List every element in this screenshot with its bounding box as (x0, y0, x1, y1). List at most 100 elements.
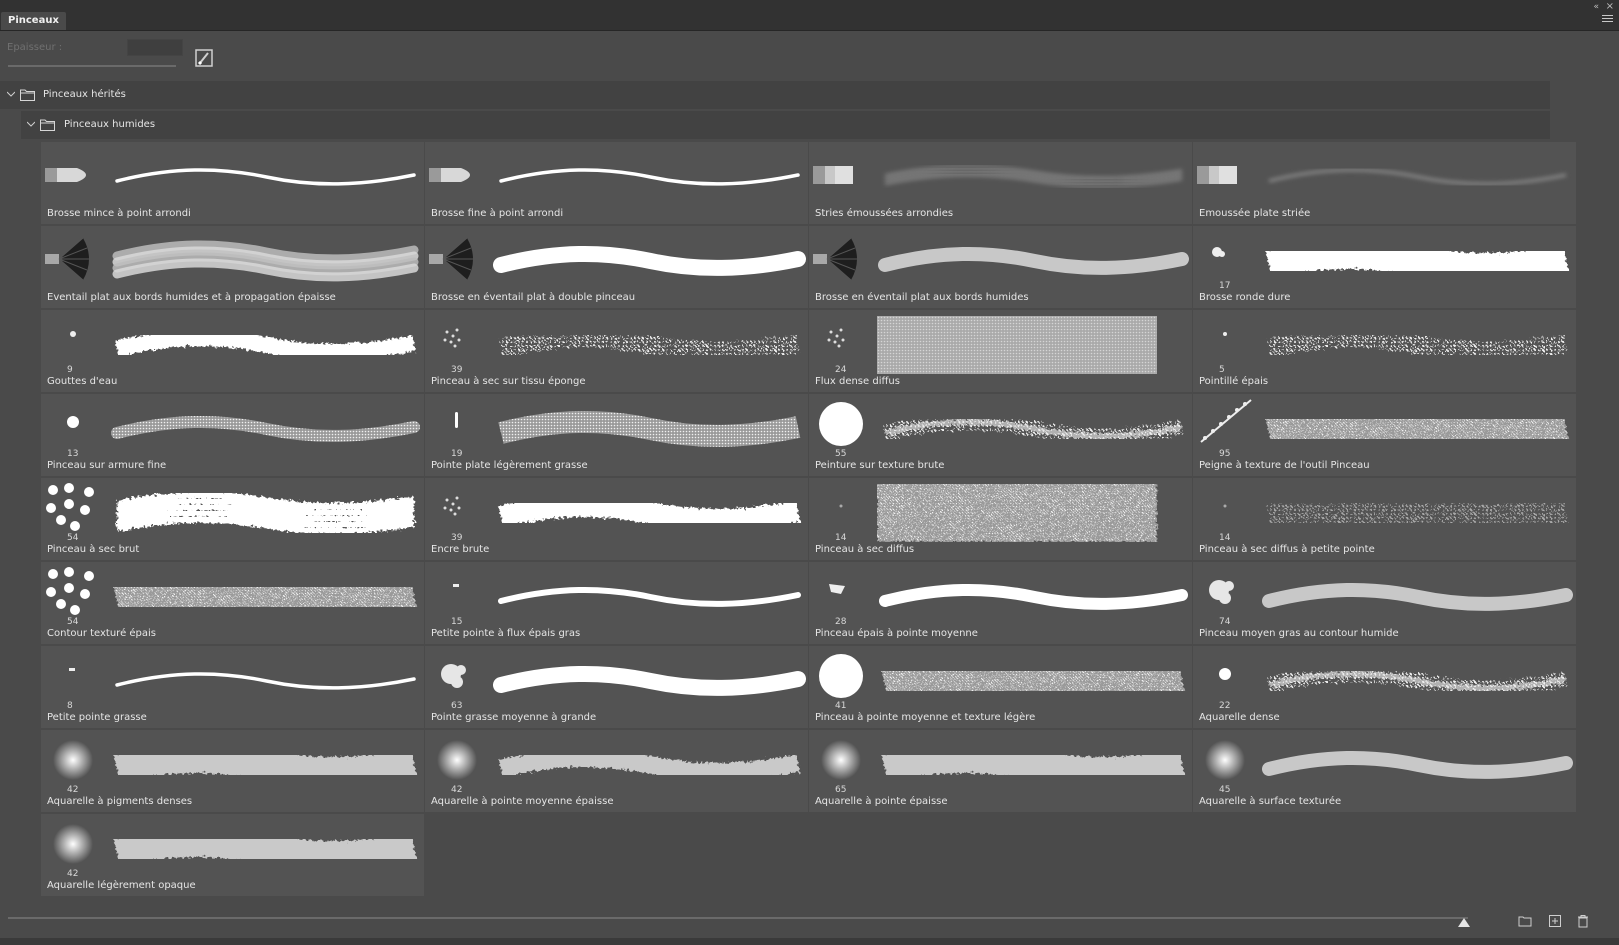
preview-size-slider[interactable] (8, 917, 1468, 919)
group-label: Pinceaux hérités (43, 89, 126, 100)
brush-preset[interactable]: 74 Pinceau moyen gras au contour humide (1193, 562, 1576, 644)
panel-bottom-edge (0, 938, 1619, 945)
chevron-down-icon[interactable] (7, 90, 15, 98)
brush-size-label: 74 (1219, 617, 1231, 627)
brush-stroke-preview (877, 148, 1192, 206)
brush-stroke-preview (1261, 148, 1576, 206)
brush-tip-icon (811, 482, 871, 538)
brush-tip-icon (1195, 314, 1255, 370)
brush-preset[interactable]: 22 Aquarelle dense (1193, 646, 1576, 728)
brush-stroke-preview (493, 400, 808, 458)
brush-preset[interactable]: 5 Pointillé épais (1193, 310, 1576, 392)
brush-stroke-preview (1261, 232, 1576, 290)
slider-thumb[interactable] (1458, 918, 1470, 927)
brush-tip-icon (1195, 230, 1255, 286)
brush-stroke-preview (109, 148, 424, 206)
brush-stroke-preview (877, 568, 1192, 626)
brush-preset[interactable]: 45 Aquarelle à surface texturée (1193, 730, 1576, 812)
brush-name: Brosse en éventail plat à double pinceau (431, 292, 636, 303)
brush-name: Aquarelle à pointe moyenne épaisse (431, 796, 614, 807)
brush-name: Pinceau à sec diffus à petite pointe (1199, 544, 1375, 555)
brush-preset[interactable]: 42 Aquarelle à pointe moyenne épaisse (425, 730, 808, 812)
brush-name: Aquarelle à pigments denses (47, 796, 193, 807)
trash-icon[interactable] (1576, 914, 1590, 928)
new-group-icon[interactable] (1518, 914, 1532, 928)
brush-preset[interactable]: 15 Petite pointe à flux épais gras (425, 562, 808, 644)
brush-preset[interactable]: 65 Aquarelle à pointe épaisse (809, 730, 1192, 812)
brush-preset[interactable]: 19 Pointe plate légèrement grasse (425, 394, 808, 476)
brush-name: Pinceau à sec diffus (815, 544, 915, 555)
brush-preset[interactable]: 54 Pinceau à sec brut (41, 478, 424, 560)
brush-preset[interactable]: 42 Aquarelle légèrement opaque (41, 814, 424, 896)
brush-preset[interactable]: 39 Encre brute (425, 478, 808, 560)
panel-menu-icon[interactable] (1602, 15, 1613, 24)
collapse-panel-icon[interactable]: « (1593, 2, 1599, 12)
brush-preset[interactable]: 42 Aquarelle à pigments denses (41, 730, 424, 812)
brush-tip-icon (1195, 734, 1255, 790)
size-slider[interactable] (8, 65, 176, 67)
brush-size-label: 13 (67, 449, 79, 459)
brush-preset[interactable]: Emoussée plate striée (1193, 142, 1576, 224)
brush-name: Pinceau sur armure fine (47, 460, 167, 471)
brush-stroke-preview (1261, 316, 1576, 374)
brush-size-label: 8 (67, 701, 73, 711)
group-wet-brushes[interactable]: Pinceaux humides (21, 111, 1550, 139)
brush-preset[interactable]: 41 Pinceau à pointe moyenne et texture lé… (809, 646, 1192, 728)
brush-name: Brosse fine à point arrondi (431, 208, 564, 219)
brush-preset[interactable]: 14 Pinceau à sec diffus (809, 478, 1192, 560)
brush-tip-icon (427, 146, 487, 202)
brush-preset[interactable]: 24 Flux dense diffus (809, 310, 1192, 392)
brush-stroke-preview (493, 316, 808, 374)
brush-tip-icon (43, 230, 103, 286)
brush-name: Pinceau à pointe moyenne et texture légè… (815, 712, 1036, 723)
brush-settings-icon[interactable] (195, 49, 213, 67)
brush-preset[interactable]: 14 Pinceau à sec diffus à petite pointe (1193, 478, 1576, 560)
brush-preset[interactable]: 63 Pointe grasse moyenne à grande (425, 646, 808, 728)
brush-tip-icon (1195, 566, 1255, 622)
brush-preset[interactable]: Brosse en éventail plat aux bords humide… (809, 226, 1192, 308)
brush-preset[interactable]: 8 Petite pointe grasse (41, 646, 424, 728)
brush-tip-icon (43, 482, 103, 538)
brush-preset[interactable]: 13 Pinceau sur armure fine (41, 394, 424, 476)
brush-name: Pointe plate légèrement grasse (431, 460, 588, 471)
brush-preset[interactable]: 54 Contour texturé épais (41, 562, 424, 644)
brush-name: Pointe grasse moyenne à grande (431, 712, 597, 723)
close-icon[interactable]: × (1606, 1, 1614, 12)
brush-preset[interactable]: Brosse mince à point arrondi (41, 142, 424, 224)
brush-preset[interactable]: Brosse fine à point arrondi (425, 142, 808, 224)
brush-preset[interactable]: 55 Peinture sur texture brute (809, 394, 1192, 476)
group-legacy-brushes[interactable]: Pinceaux hérités (0, 81, 1550, 109)
brush-size-label: 45 (1219, 785, 1231, 795)
brush-name: Flux dense diffus (815, 376, 900, 387)
brush-tip-icon (427, 566, 487, 622)
brush-preset[interactable]: Stries émoussées arrondies (809, 142, 1192, 224)
brush-preset[interactable]: 39 Pinceau à sec sur tissu éponge (425, 310, 808, 392)
brush-size-label: 54 (67, 533, 79, 543)
brush-name: Pinceau moyen gras au contour humide (1199, 628, 1399, 639)
brush-size-label: 5 (1219, 365, 1225, 375)
brush-preset[interactable]: 95 Peigne à texture de l'outil Pinceau (1193, 394, 1576, 476)
brush-preset[interactable]: 9 Gouttes d'eau (41, 310, 424, 392)
tab-brushes[interactable]: Pinceaux (1, 12, 66, 30)
brush-stroke-preview (1261, 568, 1576, 626)
brush-name: Peigne à texture de l'outil Pinceau (1199, 460, 1370, 471)
brush-preset[interactable]: 28 Pinceau épais à pointe moyenne (809, 562, 1192, 644)
new-brush-icon[interactable] (1548, 914, 1562, 928)
brush-preset[interactable]: Brosse en éventail plat à double pinceau (425, 226, 808, 308)
brush-tip-icon (43, 650, 103, 706)
brush-tip-icon (43, 314, 103, 370)
brush-size-label: 19 (451, 449, 463, 459)
brush-stroke-preview (877, 736, 1192, 794)
brush-preset[interactable]: 17 Brosse ronde dure (1193, 226, 1576, 308)
brush-preset[interactable]: Eventail plat aux bords humides et à pro… (41, 226, 424, 308)
brush-stroke-preview (877, 484, 1192, 542)
brush-stroke-preview (493, 652, 808, 710)
brush-tip-icon (811, 650, 871, 706)
size-input[interactable] (127, 39, 183, 56)
brush-tip-icon (427, 314, 487, 370)
brush-tip-icon (427, 734, 487, 790)
brush-stroke-preview (109, 232, 424, 290)
brush-name: Pinceau épais à pointe moyenne (815, 628, 978, 639)
brush-size-label: 15 (451, 617, 463, 627)
chevron-down-icon[interactable] (27, 120, 35, 128)
